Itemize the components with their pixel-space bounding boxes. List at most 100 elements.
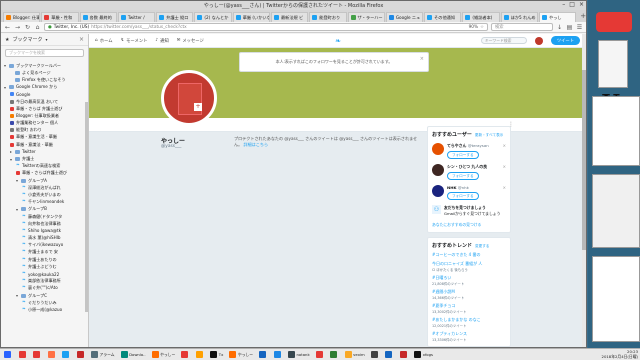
bookmark-item[interactable]: よく見るページ [1,69,88,76]
sidebar-scrollbar[interactable] [85,102,88,312]
bookmark-star-icon[interactable]: ☆ [480,25,484,30]
sidebar-close-icon[interactable]: × [79,36,84,43]
sidebar-header[interactable]: ★ ブックマーク ▾ × [1,34,88,46]
search-box[interactable]: 検索 [491,23,553,31]
nav-mail[interactable]: ✉ メッセージ [177,38,204,44]
user-avatar[interactable] [432,143,444,155]
bookmark-item[interactable]: ❧ 弁護士あたりの [1,256,88,263]
trend-item[interactable]: #オプティカレンス 13,3306件のツイート [432,331,506,342]
taskbar-app[interactable]: vexim [343,350,367,359]
follow-button[interactable]: フォローする [447,172,479,180]
taskbar-app[interactable] [46,350,59,359]
browser-tab[interactable]: その他通知 [424,12,462,22]
bookmark-item[interactable]: ❧ ぐだりうだいみ [1,299,88,306]
taskbar-app[interactable] [75,350,88,359]
trend-item[interactable]: #日曜ろい 21,808件のツイート [432,275,506,286]
taskbar-app[interactable] [257,350,270,359]
browser-tab[interactable]: Google ニュ [385,12,424,22]
bookmark-item[interactable]: ▾ グループB [1,206,88,213]
desktop-window-white[interactable] [598,40,628,88]
bookmark-item[interactable]: ▾ グループC [1,292,88,299]
desktop-window-list[interactable] [592,174,640,248]
browser-tab[interactable]: (雑誌者本) [462,12,500,22]
bookmark-item[interactable]: ❧ Shiho Igawa@tk [1,227,88,234]
browser-tab[interactable]: (2) なんとか [194,12,232,22]
bookmark-item[interactable]: ❧ 向井和也法律事務 [1,220,88,227]
taskbar-app[interactable] [383,350,396,359]
bookmark-item[interactable]: ❧ 弁護士ぶどうむ [1,263,88,270]
expand-arrow-icon[interactable]: ▾ [10,157,13,162]
minimize-button[interactable]: – [562,1,565,8]
find-friends[interactable]: ⚇ 友だちを見つけましょう Gmailからすぐ見つけてましょう [432,205,506,217]
trend-item[interactable]: #あたしまかまかな のなこ 12,0021件のツイート [432,317,506,328]
bookmark-item[interactable]: 華厳・さらば 弁護士遊び [1,105,88,112]
browser-tab[interactable]: 能登町おり [309,12,347,22]
taskbar-app[interactable]: アラーム [89,350,117,359]
taskbar-app[interactable] [17,350,30,359]
refresh-link[interactable]: あなたにおすすめの見つける [432,222,506,228]
bookmark-item[interactable]: Blogger: 仕事取扱業者 [1,112,88,119]
bookmark-item[interactable]: ❧ 弁護士まるで 安 [1,249,88,256]
expand-arrow-icon[interactable]: ▾ [16,207,19,212]
twitter-search-input[interactable]: キーワード検索 [480,37,527,44]
bookmark-item[interactable]: ❧ 小倉秀夫がいまの [1,191,88,198]
browser-tab[interactable]: ほか5 れんめ [500,12,538,22]
browser-tab[interactable]: Blogger: 仕事の [3,12,41,22]
page-scrollbar[interactable] [582,34,586,347]
back-icon[interactable]: ← [4,24,11,31]
user-avatar[interactable] [534,36,543,45]
trend-item[interactable]: #コーヒーのできた 4 番の [432,252,506,258]
user-name[interactable]: てらやさん [447,143,466,148]
twitter-bird-icon[interactable]: ❧ [335,37,341,45]
desktop-window-red[interactable] [596,12,632,32]
close-button[interactable]: × [579,1,584,8]
bookmark-item[interactable]: Google [1,91,88,98]
browser-tab[interactable]: 最新法規 ビ [270,12,309,22]
taskbar-app[interactable]: やっしー [150,350,178,359]
browser-tab[interactable]: 弁護士 縦ロ [156,12,194,22]
desktop-window-doc[interactable] [592,96,640,166]
taskbar-app[interactable]: Downlo.. [119,350,148,359]
taskbar-app[interactable]: xfogs [412,350,435,359]
protected-more-link[interactable]: 詳細はこちら [244,142,269,147]
expand-arrow-icon[interactable]: ▾ [4,63,7,68]
bookmark-item[interactable]: Firefox を使いこなそう [1,76,88,83]
page-scrollbar-thumb[interactable] [582,70,586,250]
trend-item[interactable]: #週間小説M 14,366件のツイート [432,289,506,300]
downloads-icon[interactable]: ↓ [556,24,563,31]
bookmark-item[interactable]: 華厳・意識法 - 華厳 [1,141,88,148]
bookmark-item[interactable]: 華厳・さらば弁護士遊び [1,170,88,177]
nav-bell[interactable]: ♪ 通知 [155,38,168,44]
user-name[interactable]: NHK [447,185,457,190]
bookmark-item[interactable]: 能登町 おわり [1,127,88,134]
taskbar-app[interactable] [272,350,285,359]
bookmark-item[interactable]: ❧ 深澤総治がんばれ [1,184,88,191]
bookmark-item[interactable]: ▾ グループA [1,177,88,184]
follow-button[interactable]: フォローする [447,192,479,200]
bookmark-item[interactable]: ❧ 楽部依法律事務所 [1,278,88,285]
browser-tab[interactable]: やっし [538,12,577,22]
expand-arrow-icon[interactable]: ▸ [10,149,13,154]
user-avatar[interactable] [432,185,444,197]
bookmark-item[interactable]: ▸ Twitter [1,148,88,155]
bookmark-item[interactable]: ❧ サイバ(ikewazuyo [1,242,88,249]
taskbar-app[interactable] [398,350,411,359]
taskbar-app[interactable] [179,350,192,359]
bookmark-item[interactable]: ❧ 裏ぐ弁(""(c/Ato [1,285,88,292]
browser-tab[interactable]: 各数 最終的 [79,12,117,22]
dismiss-icon[interactable]: × [503,164,506,169]
suggest-links[interactable]: 更新・すべて表示 [475,133,503,138]
maximize-button[interactable]: □ [569,1,575,8]
taskbar-app[interactable]: notank [286,350,312,359]
nav-lightning[interactable]: ↯ モーメント [121,38,148,44]
browser-tab[interactable]: 華厳・性和 [41,12,79,22]
trend-item[interactable]: 今日のロニャイズ 番組が 人 Cl ほかたくる 後もらう [432,261,506,272]
dismiss-icon[interactable]: × [503,185,506,190]
expand-arrow-icon[interactable]: ▾ [16,293,19,298]
bookmark-item[interactable]: 華厳・意識生活 - 華厳 [1,134,88,141]
bookmark-item[interactable]: 弁護業務センター 個人 [1,120,88,127]
reload-icon[interactable]: ↻ [24,24,31,31]
bookmark-item[interactable]: ❧ 小原一成(@kazuo [1,306,88,313]
forward-icon[interactable]: → [14,24,21,31]
user-avatar[interactable] [432,164,444,176]
